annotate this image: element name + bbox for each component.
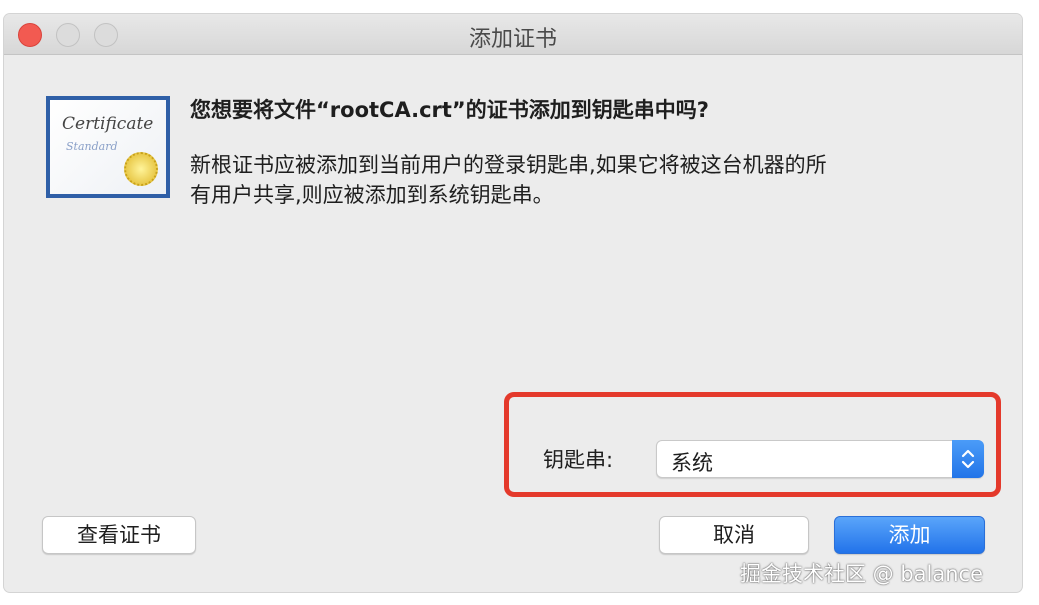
- view-certificate-button[interactable]: 查看证书: [42, 516, 196, 554]
- certificate-icon-title: Certificate: [62, 114, 154, 134]
- dialog-message-line-2: 有用户共享,则应被添加到系统钥匙串。: [190, 183, 554, 207]
- certificate-icon-subtitle: Standard: [66, 140, 118, 153]
- select-arrows-icon[interactable]: [952, 440, 984, 478]
- cancel-button[interactable]: 取消: [659, 516, 809, 554]
- add-certificate-dialog: 添加证书 Certificate Standard 您想要将文件“rootCA.…: [4, 14, 1022, 592]
- certificate-icon: Certificate Standard: [46, 96, 170, 198]
- dialog-message-line-1: 新根证书应被添加到当前用户的登录钥匙串,如果它将被这台机器的所: [190, 153, 827, 177]
- dialog-message: 新根证书应被添加到当前用户的登录钥匙串,如果它将被这台机器的所 有用户共享,则应…: [190, 150, 990, 210]
- add-button[interactable]: 添加: [834, 516, 985, 554]
- certificate-seal-icon: [124, 152, 158, 186]
- title-bar: 添加证书: [4, 14, 1022, 55]
- keychain-label: 钥匙串:: [543, 448, 614, 472]
- dialog-heading: 您想要将文件“rootCA.crt”的证书添加到钥匙串中吗?: [190, 98, 709, 122]
- keychain-select[interactable]: 系统: [656, 440, 984, 478]
- keychain-select-value: 系统: [671, 451, 713, 475]
- watermark: 掘金技术社区 @ balance: [740, 562, 984, 586]
- window-title: 添加证书: [468, 27, 557, 52]
